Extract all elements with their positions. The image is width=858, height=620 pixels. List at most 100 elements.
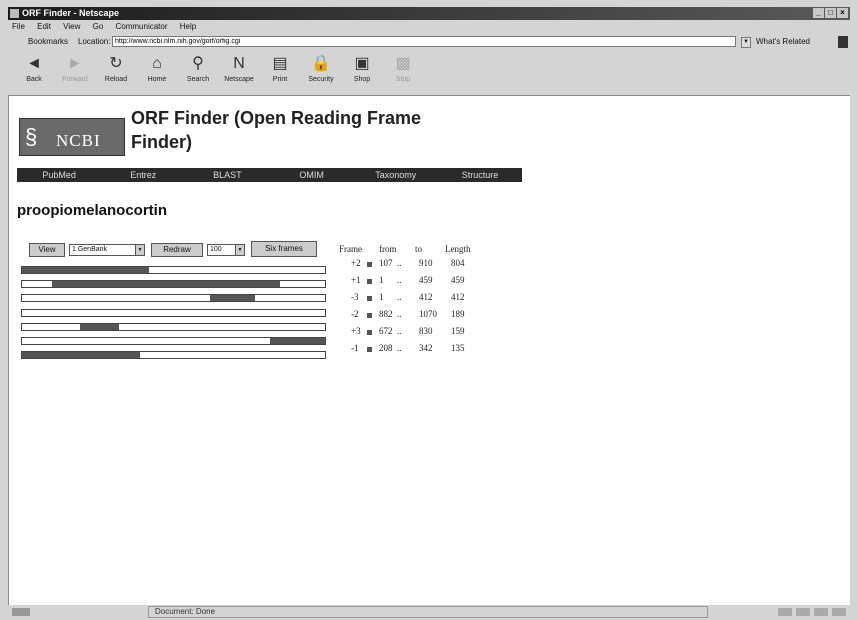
orf-color-swatch [367,296,372,301]
title-bar: ORF Finder - Netscape _ □ × [8,7,850,20]
orf-to: 1070 [419,309,437,319]
orf-frame: +1 [351,275,361,285]
netscape-button[interactable]: N Netscape [221,51,257,91]
orf-segment[interactable] [270,338,325,344]
range-separator: .. [397,292,402,302]
view-button[interactable]: View [29,243,65,257]
orf-color-swatch [367,262,372,267]
header-from: from [379,244,397,254]
orf-color-swatch [367,279,372,284]
orf-segment[interactable] [209,295,256,302]
stop-button[interactable]: ▩ Stop [385,51,421,91]
security-button[interactable]: 🔒 Security [303,51,339,91]
orf-table-row[interactable]: +1 1.. 459 459 [339,275,499,292]
nav-link-pubmed[interactable]: PubMed [17,168,101,182]
orf-table-row[interactable]: +2 107.. 910 804 [339,258,499,275]
orf-table-row[interactable]: -2 882.. 1070 189 [339,309,499,326]
window-title: ORF Finder - Netscape [22,8,120,18]
shop-button[interactable]: ▣ Shop [344,51,380,91]
orf-track [21,322,326,331]
reload-button[interactable]: ↻ Reload [98,51,134,91]
security-status-icon[interactable] [12,608,30,616]
shop-icon: ▣ [354,55,370,72]
menu-view[interactable]: View [63,22,80,31]
toolbar-button-label: Netscape [224,76,254,83]
component-bar-discussions-icon[interactable] [814,608,828,616]
url-dropdown-icon[interactable]: ▼ [741,37,751,48]
stop-icon: ▩ [395,55,411,72]
forward-button[interactable]: ► Forward [57,51,93,91]
status-bar: Document: Done [8,606,850,618]
component-bar-composer-icon[interactable] [832,608,846,616]
close-button[interactable]: × [837,8,848,18]
ncbi-logo[interactable]: § NCBI [19,118,125,156]
range-separator: .. [397,343,402,353]
format-select[interactable]: 1 GenBank ▼ [69,244,145,256]
orf-length: 135 [451,343,465,353]
orf-from: 107 [379,258,393,268]
lock-icon: 🔒 [311,55,331,72]
component-bar-mail-icon[interactable] [796,608,810,616]
minimize-button[interactable]: _ [813,8,824,18]
size-select[interactable]: 100 ▼ [207,244,245,256]
orf-from: 672 [379,326,393,336]
menu-help[interactable]: Help [180,22,196,31]
nav-link-structure[interactable]: Structure [438,168,522,182]
maximize-button[interactable]: □ [825,8,836,18]
search-icon: ⚲ [192,55,204,72]
orf-segment[interactable] [22,352,141,359]
range-separator: .. [397,258,402,268]
nav-link-omim[interactable]: OMIM [270,168,354,182]
orf-color-swatch [367,330,372,335]
menu-edit[interactable]: Edit [37,22,51,31]
menu-file[interactable]: File [12,22,25,31]
header-frame: Frame [339,244,362,254]
orf-track [21,351,326,360]
orf-table: Frame from to Length +2 107.. 910 804 +1 1.. 4… [339,244,499,360]
orf-from: 208 [379,343,393,353]
orf-table-row[interactable]: -3 1.. 412 412 [339,292,499,309]
header-to: to [415,244,423,254]
orf-segment[interactable] [79,323,119,330]
menu-go[interactable]: Go [93,22,104,31]
orf-frame: -2 [351,309,359,319]
orf-table-row[interactable]: +3 672.. 830 159 [339,326,499,343]
orf-to: 342 [419,343,433,353]
nav-link-blast[interactable]: BLAST [185,168,269,182]
menu-bar: File Edit View Go Communicator Help [8,21,850,33]
orf-table-row[interactable]: -1 208.. 342 135 [339,343,499,360]
orf-from: 1 [379,275,384,285]
toolbar-button-label: Reload [104,76,128,83]
home-button[interactable]: ⌂ Home [139,51,175,91]
home-icon: ⌂ [152,55,162,72]
nav-link-taxonomy[interactable]: Taxonomy [354,168,438,182]
bookmarks-button[interactable]: Bookmarks [28,35,68,49]
print-icon: ▤ [272,55,288,72]
nav-link-entrez[interactable]: Entrez [101,168,185,182]
six-frames-button[interactable]: Six frames [251,241,317,257]
location-toolbar: Bookmarks Location: ▼ What's Related [8,35,850,49]
back-button[interactable]: ◄ Back [16,51,52,91]
status-text: Document: Done [148,606,708,618]
reload-icon: ↻ [109,55,123,72]
toolbar-button-label: Home [147,76,167,83]
orf-frame: -1 [351,343,359,353]
page-content: § NCBI ORF Finder (Open Reading Frame Fi… [8,95,850,605]
print-button[interactable]: ▤ Print [262,51,298,91]
redraw-button[interactable]: Redraw [151,243,203,257]
orf-segment[interactable] [52,281,280,288]
orf-length: 189 [451,309,465,319]
size-select-value: 100 [210,246,222,253]
chevron-down-icon: ▼ [235,245,244,255]
search-button[interactable]: ⚲ Search [180,51,216,91]
url-input[interactable] [112,36,736,47]
orf-segment[interactable] [22,267,150,273]
orf-length: 412 [451,292,465,302]
range-separator: .. [397,326,402,336]
menu-communicator[interactable]: Communicator [116,22,168,31]
component-bar-navigator-icon[interactable] [778,608,792,616]
orf-frame: +3 [351,326,361,336]
orf-to: 459 [419,275,433,285]
toolbar-button-label: Search [186,76,210,83]
whats-related-button[interactable]: What's Related [756,35,810,49]
